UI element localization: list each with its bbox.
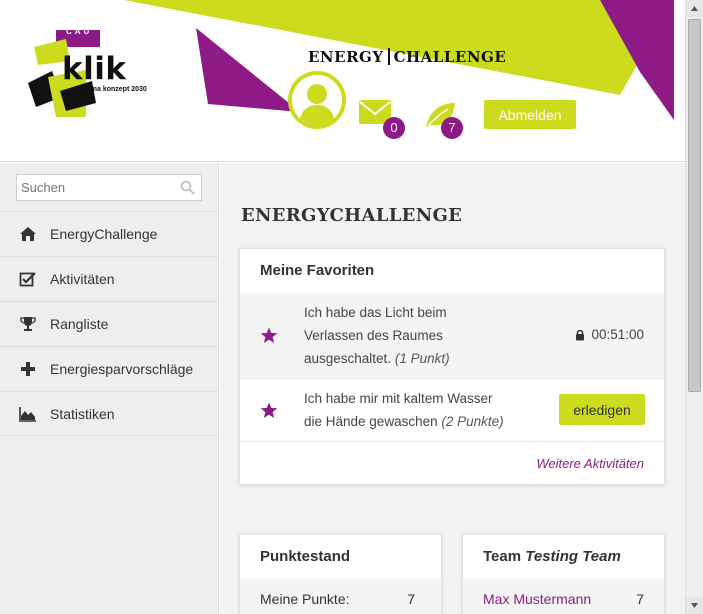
favorite-line: ausgeschaltet. (1 Punkt) bbox=[304, 347, 450, 370]
leaf-count-badge: 7 bbox=[441, 117, 463, 139]
klik-logo[interactable]: CAU klik klima konzept 2030 bbox=[26, 25, 161, 120]
team-card: Team Testing Team Max Mustermann 7 bbox=[462, 534, 665, 614]
scroll-down-arrow[interactable] bbox=[686, 597, 703, 614]
team-title-prefix: Team bbox=[483, 548, 522, 565]
team-name: Testing Team bbox=[525, 548, 621, 565]
favorite-line: Verlassen des Raumes bbox=[304, 328, 443, 343]
header: CAU klik klima konzept 2030 ENERGY CHALLE… bbox=[0, 0, 685, 162]
scroll-up-arrow[interactable] bbox=[686, 0, 703, 17]
team-title: Team Testing Team bbox=[463, 535, 664, 579]
favorite-points: (2 Punkte) bbox=[441, 414, 504, 429]
brand-title: ENERGY CHALLENGE bbox=[308, 48, 506, 66]
brand-right: CHALLENGE bbox=[393, 48, 507, 66]
brand-separator bbox=[387, 48, 390, 65]
checkbox-icon bbox=[18, 270, 38, 288]
points-row: Meine Punkte: 7 bbox=[240, 579, 441, 614]
user-avatar[interactable] bbox=[288, 71, 346, 129]
sidebar-item-aktivitaeten[interactable]: Aktivitäten bbox=[0, 256, 218, 301]
favorite-text: Ich habe das Licht beim Verlassen des Ra… bbox=[304, 301, 450, 370]
user-icon bbox=[299, 84, 335, 125]
vertical-scrollbar[interactable] bbox=[685, 0, 703, 614]
sidebar-item-label: Rangliste bbox=[50, 316, 109, 332]
search-box bbox=[16, 174, 202, 201]
favorite-item: Ich habe das Licht beim Verlassen des Ra… bbox=[240, 293, 664, 380]
star-icon[interactable] bbox=[260, 327, 278, 347]
trophy-icon bbox=[18, 315, 38, 333]
cooldown-timer: 00:51:00 bbox=[575, 327, 644, 342]
chevron-up-icon bbox=[691, 6, 698, 11]
favorites-card: Meine Favoriten Ich habe das Licht beim … bbox=[239, 248, 665, 485]
favorite-text: Ich habe mir mit kaltem Wasser die Hände… bbox=[304, 387, 504, 433]
sidebar-item-label: Aktivitäten bbox=[50, 271, 115, 287]
page-title: ENERGYCHALLENGE bbox=[241, 205, 463, 226]
points-label: Meine Punkte: bbox=[260, 591, 350, 607]
star-icon[interactable] bbox=[260, 402, 278, 422]
sidebar-item-label: Energiesparvorschläge bbox=[50, 361, 194, 377]
sidebar-item-label: Statistiken bbox=[50, 405, 115, 422]
sidebar-item-label: EnergyChallenge bbox=[50, 226, 158, 242]
sidebar-item-energychallenge[interactable]: EnergyChallenge bbox=[0, 211, 218, 256]
plus-icon bbox=[18, 360, 38, 378]
logo-name: klik bbox=[62, 51, 127, 87]
more-activities-link[interactable]: Weitere Aktivitäten bbox=[536, 456, 644, 471]
search-input[interactable] bbox=[21, 178, 171, 197]
scrollbar-thumb[interactable] bbox=[688, 19, 701, 392]
timer-value: 00:51:00 bbox=[591, 327, 644, 342]
messages-count-badge: 0 bbox=[383, 117, 405, 139]
area-chart-icon bbox=[18, 405, 38, 423]
team-member-points: 7 bbox=[636, 591, 644, 607]
sidebar-item-energiesparvorschlaege[interactable]: Energiesparvorschläge bbox=[0, 346, 218, 391]
points-value: 7 bbox=[407, 591, 415, 607]
favorite-line: Ich habe das Licht beim bbox=[304, 305, 447, 320]
sidebar-item-statistiken[interactable]: Statistiken bbox=[0, 391, 218, 436]
favorite-line-text: die Hände gewaschen bbox=[304, 414, 438, 429]
points-title: Punktestand bbox=[260, 548, 351, 565]
favorite-line: die Hände gewaschen (2 Punkte) bbox=[304, 410, 504, 433]
main-content: ENERGYCHALLENGE Meine Favoriten Ich habe… bbox=[220, 163, 685, 614]
favorite-points: (1 Punkt) bbox=[394, 351, 450, 366]
sidebar: EnergyChallenge Aktivitäten Rangliste En… bbox=[0, 163, 219, 614]
sidebar-item-rangliste[interactable]: Rangliste bbox=[0, 301, 218, 346]
mark-done-button[interactable]: erledigen bbox=[559, 394, 645, 425]
favorite-line: Ich habe mir mit kaltem Wasser bbox=[304, 391, 493, 406]
logo-cau-text: CAU bbox=[66, 27, 93, 36]
points-card: Punktestand Meine Punkte: 7 bbox=[239, 534, 442, 614]
chevron-down-icon bbox=[691, 603, 698, 608]
favorite-item: Ich habe mir mit kaltem Wasser die Hände… bbox=[240, 380, 664, 442]
team-member-row: Max Mustermann 7 bbox=[463, 579, 664, 614]
search-icon[interactable] bbox=[180, 180, 195, 200]
team-member-link[interactable]: Max Mustermann bbox=[483, 591, 591, 607]
lock-icon bbox=[576, 329, 585, 340]
favorites-title: Meine Favoriten bbox=[260, 262, 375, 279]
sidebar-nav: EnergyChallenge Aktivitäten Rangliste En… bbox=[0, 211, 218, 436]
favorite-line-text: ausgeschaltet. bbox=[304, 351, 392, 366]
logout-button[interactable]: Abmelden bbox=[484, 100, 576, 129]
logo-subtitle: klima konzept 2030 bbox=[83, 86, 147, 93]
brand-left: ENERGY bbox=[308, 48, 384, 66]
home-icon bbox=[18, 225, 38, 243]
